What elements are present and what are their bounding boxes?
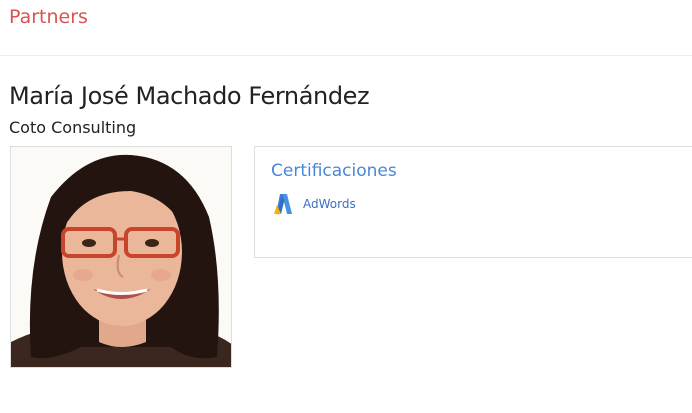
top-header: Partners (0, 0, 692, 56)
company-name: Coto Consulting (9, 118, 137, 137)
certifications-card: Certificaciones AdWords (254, 146, 692, 258)
certifications-title: Certificaciones (271, 161, 397, 181)
partners-link[interactable]: Partners (9, 6, 88, 28)
adwords-logo-icon (274, 194, 292, 215)
profile-photo-image (11, 147, 231, 367)
certification-label: AdWords (303, 197, 356, 211)
certification-item-adwords[interactable]: AdWords (273, 193, 356, 215)
profile-photo (10, 146, 232, 368)
partner-name: María José Machado Fernández (9, 82, 370, 110)
